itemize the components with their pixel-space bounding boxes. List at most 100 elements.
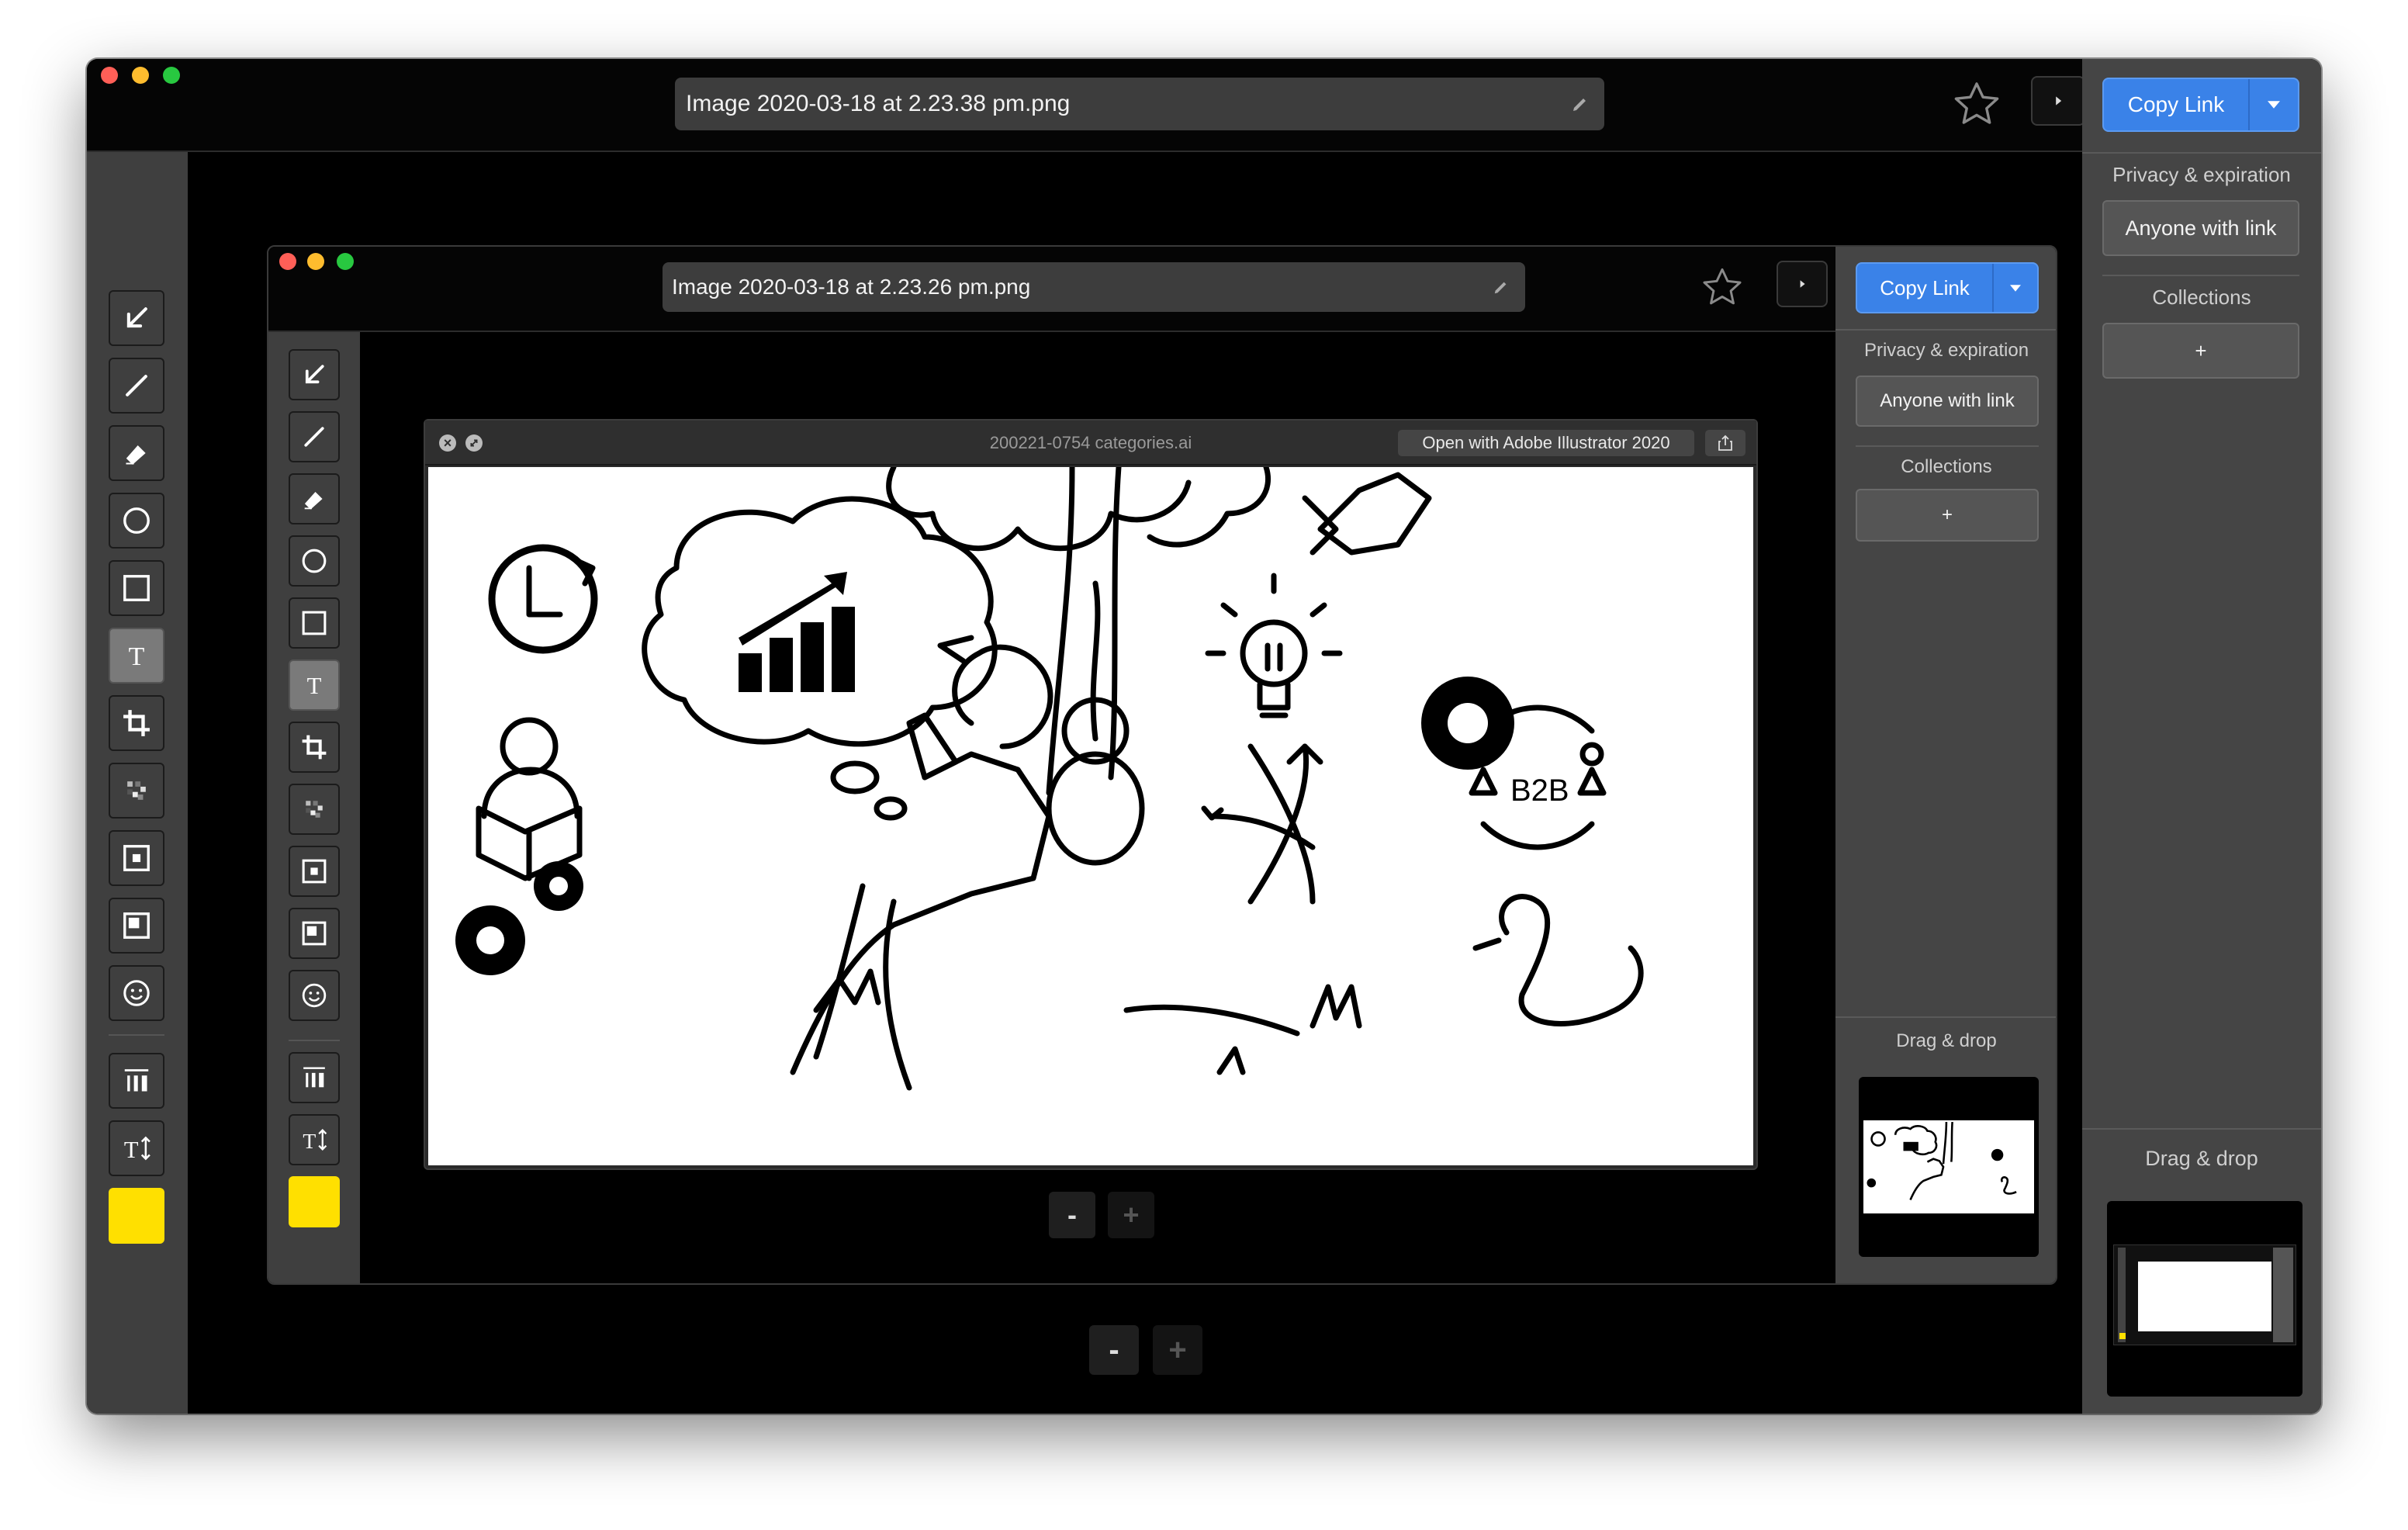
- emoji-icon: [299, 980, 330, 1011]
- ellipse-tool[interactable]: [109, 493, 164, 549]
- zoom-out-button[interactable]: -: [1089, 1325, 1139, 1375]
- close-button[interactable]: [279, 253, 296, 270]
- person-drawing: [790, 635, 1145, 1091]
- drag-drop-thumbnail[interactable]: [2107, 1201, 2302, 1397]
- open-with-button[interactable]: Open with Adobe Illustrator 2020: [1398, 430, 1694, 456]
- star-icon[interactable]: [1700, 267, 1744, 307]
- ellipse-tool[interactable]: [289, 535, 340, 587]
- font-size-icon: T: [299, 1124, 330, 1155]
- clock-drawing: [488, 544, 598, 654]
- pencil-icon[interactable]: [1489, 275, 1513, 299]
- privacy-title: Privacy & expiration: [1863, 340, 2029, 361]
- copy-link-button[interactable]: Copy Link: [1856, 262, 2039, 313]
- minimize-button[interactable]: [132, 67, 149, 84]
- line-width-tool[interactable]: [289, 1052, 340, 1103]
- rectangle-tool[interactable]: [289, 597, 340, 649]
- inner-share-panel: Copy Link Privacy & expiration Anyone wi…: [1835, 247, 2056, 1283]
- blur-tool[interactable]: [109, 898, 164, 954]
- copy-link-button[interactable]: Copy Link: [2102, 78, 2299, 132]
- snake-drawing: [1499, 894, 1644, 1026]
- color-swatch[interactable]: [289, 1176, 340, 1227]
- sidebar-toggle-button[interactable]: [1777, 261, 1828, 307]
- ellipse-icon: [299, 545, 330, 576]
- divider: [1856, 445, 2039, 447]
- blur-icon: [299, 918, 330, 949]
- outer-share-panel: Copy Link Privacy & expiration Anyone wi…: [2082, 59, 2321, 1414]
- highlighter-tool[interactable]: [109, 425, 164, 481]
- minimize-button[interactable]: [307, 253, 324, 270]
- pixelate-tool[interactable]: [289, 784, 340, 835]
- line-width-tool[interactable]: [109, 1053, 164, 1109]
- add-collection-button[interactable]: +: [2102, 323, 2299, 379]
- maximize-button[interactable]: [163, 67, 180, 84]
- zoom-in-button[interactable]: +: [1153, 1325, 1202, 1375]
- color-swatch[interactable]: [109, 1188, 164, 1244]
- blur-tool[interactable]: [289, 908, 340, 959]
- arrow-tool[interactable]: [289, 349, 340, 400]
- b2b-text: B2B: [1510, 774, 1569, 808]
- emoji-tool[interactable]: [109, 965, 164, 1021]
- rectangle-icon: [299, 608, 330, 639]
- svg-text:T: T: [124, 1137, 139, 1163]
- blur-icon: [119, 909, 154, 943]
- toolbar-divider: [109, 1034, 164, 1036]
- emoji-icon: [119, 976, 154, 1010]
- arrow-icon: [119, 301, 154, 335]
- copy-link-label: Copy Link: [1880, 275, 1970, 299]
- filename-field[interactable]: Image 2020-03-18 at 2.23.38 pm.png: [675, 78, 1604, 130]
- text-tool[interactable]: T: [109, 628, 164, 684]
- line-icon: [299, 421, 330, 452]
- copy-link-label: Copy Link: [2127, 92, 2225, 116]
- maximize-button[interactable]: [337, 253, 354, 270]
- divider: [2102, 275, 2299, 276]
- filename-text: Image 2020-03-18 at 2.23.26 pm.png: [672, 275, 1031, 299]
- zoom-out-button[interactable]: -: [1049, 1192, 1095, 1238]
- arrows-drawing: [1209, 743, 1316, 905]
- line-icon: [119, 369, 154, 403]
- arrow-tool[interactable]: [109, 290, 164, 346]
- crop-tool[interactable]: [109, 695, 164, 751]
- share-icon[interactable]: [1705, 430, 1745, 456]
- line-tool[interactable]: [289, 411, 340, 462]
- divider: [1835, 1016, 2056, 1018]
- pixelate-icon: [119, 774, 154, 808]
- spotlight-tool[interactable]: [289, 846, 340, 897]
- chevron-down-icon[interactable]: [1992, 264, 2037, 312]
- svg-text:T: T: [303, 1129, 316, 1153]
- line-width-icon: [299, 1062, 330, 1093]
- close-button[interactable]: [101, 67, 118, 84]
- ellipse-icon: [119, 504, 154, 538]
- zoom-in-button[interactable]: +: [1108, 1192, 1154, 1238]
- crop-tool[interactable]: [289, 722, 340, 773]
- highlighter-tool[interactable]: [289, 473, 340, 524]
- pixelate-tool[interactable]: [109, 763, 164, 819]
- highlighter-icon: [119, 436, 154, 470]
- text-tool[interactable]: T: [289, 659, 340, 711]
- emoji-tool[interactable]: [289, 970, 340, 1021]
- drag-drop-thumbnail[interactable]: [1859, 1077, 2039, 1257]
- pencil-icon[interactable]: [1569, 92, 1592, 116]
- font-size-tool[interactable]: T: [289, 1114, 340, 1165]
- svg-text:T: T: [307, 673, 322, 699]
- spotlight-icon: [119, 841, 154, 875]
- drag-drop-label: Drag & drop: [2145, 1147, 2258, 1170]
- rectangle-tool[interactable]: [109, 560, 164, 616]
- quicklook-window: × 200221-0754 categories.ai Open with Ad…: [424, 419, 1758, 1170]
- privacy-select[interactable]: Anyone with link: [2102, 200, 2299, 256]
- chevron-down-icon[interactable]: [2248, 79, 2298, 130]
- toolbar-divider: [289, 1040, 340, 1041]
- filename-field[interactable]: Image 2020-03-18 at 2.23.26 pm.png: [663, 262, 1525, 312]
- collections-title: Collections: [1901, 456, 1992, 477]
- add-collection-button[interactable]: +: [1856, 489, 2039, 542]
- spotlight-tool[interactable]: [109, 830, 164, 886]
- reader-drawing: [476, 717, 583, 881]
- line-tool[interactable]: [109, 358, 164, 414]
- divider: [2082, 152, 2321, 154]
- sidebar-toggle-button[interactable]: [2031, 76, 2085, 126]
- highlighter-icon: [299, 483, 330, 514]
- privacy-select[interactable]: Anyone with link: [1856, 376, 2039, 427]
- illustration-canvas: B2B: [428, 467, 1753, 1165]
- arrow-icon: [299, 359, 330, 390]
- font-size-tool[interactable]: T: [109, 1120, 164, 1176]
- star-icon[interactable]: [1952, 81, 2001, 127]
